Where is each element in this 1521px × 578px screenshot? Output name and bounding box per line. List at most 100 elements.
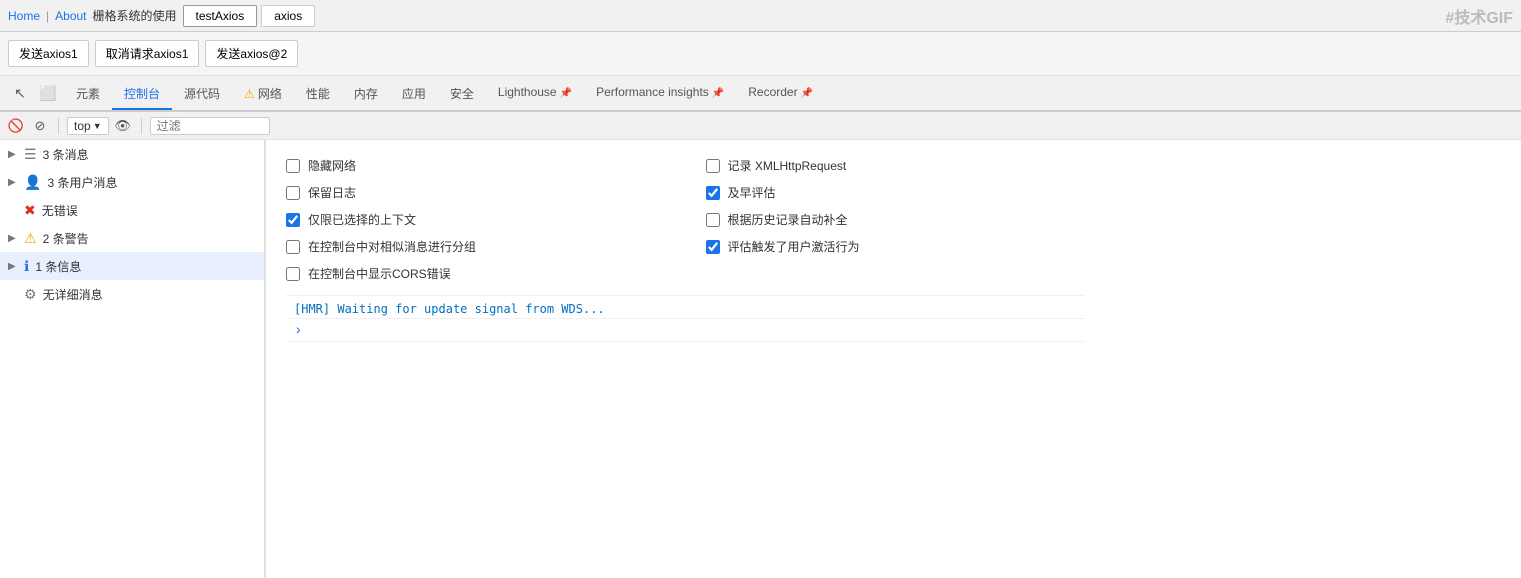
- sidebar-item-3[interactable]: ▶ ⚠ 2 条警告: [0, 224, 264, 252]
- sidebar-label: 3 条消息: [43, 146, 89, 163]
- devtools-tab-recorder[interactable]: Recorder 📌: [736, 79, 825, 110]
- sep1: |: [46, 9, 49, 23]
- settings-left-label-2: 仅限已选择的上下文: [308, 211, 416, 228]
- settings-left-checkbox-4[interactable]: [286, 267, 300, 281]
- devtools-tab-元素[interactable]: 元素: [64, 79, 112, 110]
- breadcrumb: 栅格系统的使用: [93, 7, 177, 24]
- settings-right-checkbox-3[interactable]: [706, 240, 720, 254]
- settings-panel: 隐藏网络保留日志仅限已选择的上下文在控制台中对相似消息进行分组在控制台中显示CO…: [265, 140, 1105, 578]
- settings-right-row-1: 及早评估: [706, 179, 1086, 206]
- console-log: [HMR] Waiting for update signal from WDS…: [286, 295, 1085, 346]
- devtools-tab-performance-insights[interactable]: Performance insights📌: [584, 79, 736, 110]
- settings-left-row-2: 仅限已选择的上下文: [286, 206, 666, 233]
- sidebar-item-0[interactable]: ▶ ☰ 3 条消息: [0, 140, 264, 168]
- about-link[interactable]: About: [55, 9, 86, 23]
- pin-icon: 📌: [801, 88, 813, 99]
- clear-icon[interactable]: 🚫: [6, 116, 26, 136]
- settings-grid: 隐藏网络保留日志仅限已选择的上下文在控制台中对相似消息进行分组在控制台中显示CO…: [286, 152, 1085, 287]
- settings-right-checkbox-2[interactable]: [706, 213, 720, 227]
- user-icon: 👤: [24, 174, 41, 191]
- sidebar-items: ▶ ☰ 3 条消息 ▶ 👤 3 条用户消息 ✖ 无错误 ▶ ⚠ 2 条警告 ▶ …: [0, 140, 264, 308]
- tab-label: 控制台: [124, 87, 160, 101]
- expand-icon: ▶: [8, 149, 18, 160]
- settings-right-row-0: 记录 XMLHttpRequest: [706, 152, 1086, 179]
- log-entry-caret[interactable]: ›: [286, 319, 1085, 342]
- expand-icon: ▶: [8, 177, 18, 188]
- pin-icon: 📌: [712, 88, 724, 99]
- settings-left-label-0: 隐藏网络: [308, 157, 356, 174]
- devtools-tab-内存[interactable]: 内存: [342, 79, 390, 110]
- filter-input[interactable]: [150, 117, 270, 135]
- device-icon[interactable]: ⬜: [36, 81, 60, 105]
- devtools-tab-控制台[interactable]: 控制台: [112, 79, 172, 110]
- settings-right-checkbox-0[interactable]: [706, 159, 720, 173]
- settings-left-row-1: 保留日志: [286, 179, 666, 206]
- settings-left-checkbox-1[interactable]: [286, 186, 300, 200]
- settings-right: 记录 XMLHttpRequest及早评估根据历史记录自动补全评估触发了用户激活…: [706, 152, 1086, 287]
- log-entry-hmr: [HMR] Waiting for update signal from WDS…: [286, 300, 1085, 319]
- sidebar-item-4[interactable]: ▶ ℹ 1 条信息: [0, 252, 264, 280]
- gear-icon: ⚙: [24, 286, 37, 303]
- hmr-message: [HMR] Waiting for update signal from WDS…: [294, 302, 605, 316]
- sidebar-item-1[interactable]: ▶ 👤 3 条用户消息: [0, 168, 264, 196]
- topbar-tab-axios[interactable]: axios: [261, 5, 315, 27]
- warning-icon: ⚠: [244, 87, 255, 101]
- tab-list: testAxiosaxios: [183, 5, 316, 27]
- action-btn-取消请求axios1[interactable]: 取消请求axios1: [95, 40, 200, 67]
- toolbar-sep1: [58, 118, 59, 134]
- devtools-tab-应用[interactable]: 应用: [390, 79, 438, 110]
- expand-icon: ▶: [8, 233, 18, 244]
- sidebar-label: 3 条用户消息: [47, 174, 117, 191]
- settings-left-label-3: 在控制台中对相似消息进行分组: [308, 238, 476, 255]
- settings-left-checkbox-0[interactable]: [286, 159, 300, 173]
- sidebar-label: 无错误: [42, 202, 78, 219]
- action-buttons: 发送axios1取消请求axios1发送axios@2: [8, 40, 298, 67]
- logo: #技术GIF: [1445, 4, 1513, 28]
- console-toolbar: 🚫 ⊘ top ▼ 👁: [0, 112, 1521, 140]
- sidebar-label: 2 条警告: [43, 230, 89, 247]
- cursor-icon[interactable]: ↖: [8, 81, 32, 105]
- tab-label: Performance insights: [596, 85, 709, 99]
- top-selector[interactable]: top ▼: [67, 117, 109, 135]
- chevron-down-icon: ▼: [93, 121, 102, 131]
- devtools-tab-list: 元素控制台源代码⚠网络性能内存应用安全Lighthouse📌Performanc…: [64, 79, 825, 108]
- sidebar: ▶ ☰ 3 条消息 ▶ 👤 3 条用户消息 ✖ 无错误 ▶ ⚠ 2 条警告 ▶ …: [0, 140, 265, 578]
- home-link[interactable]: Home: [8, 9, 40, 23]
- settings-left-row-4: 在控制台中显示CORS错误: [286, 260, 666, 287]
- expand-icon: ▶: [8, 261, 18, 272]
- settings-left-label-4: 在控制台中显示CORS错误: [308, 265, 451, 282]
- devtools-tab-网络[interactable]: ⚠网络: [232, 79, 294, 110]
- action-btn-发送axios1[interactable]: 发送axios1: [8, 40, 89, 67]
- sidebar-label: 无详细消息: [43, 286, 103, 303]
- devtools-tab-lighthouse[interactable]: Lighthouse📌: [486, 79, 584, 110]
- pin-icon: 📌: [560, 88, 572, 99]
- sidebar-item-5[interactable]: ⚙ 无详细消息: [0, 280, 264, 308]
- tab-label: 安全: [450, 87, 474, 101]
- settings-left-checkbox-3[interactable]: [286, 240, 300, 254]
- tab-label: Recorder: [748, 85, 797, 99]
- caret-icon[interactable]: ›: [294, 323, 302, 339]
- devtools-tab-性能[interactable]: 性能: [294, 79, 342, 110]
- tab-label: 应用: [402, 87, 426, 101]
- settings-right-row-2: 根据历史记录自动补全: [706, 206, 1086, 233]
- devtools-tab-源代码[interactable]: 源代码: [172, 79, 232, 110]
- main-layout: ▶ ☰ 3 条消息 ▶ 👤 3 条用户消息 ✖ 无错误 ▶ ⚠ 2 条警告 ▶ …: [0, 140, 1521, 578]
- devtools-tab-安全[interactable]: 安全: [438, 79, 486, 110]
- eye-icon[interactable]: 👁: [113, 116, 133, 136]
- action-btn-发送axios@2[interactable]: 发送axios@2: [205, 40, 298, 67]
- devtools-tabs: ↖ ⬜ 元素控制台源代码⚠网络性能内存应用安全Lighthouse📌Perfor…: [0, 76, 1521, 112]
- tab-label: 源代码: [184, 87, 220, 101]
- filter-icon[interactable]: ⊘: [30, 116, 50, 136]
- settings-left-label-1: 保留日志: [308, 184, 356, 201]
- settings-left: 隐藏网络保留日志仅限已选择的上下文在控制台中对相似消息进行分组在控制台中显示CO…: [286, 152, 666, 287]
- sidebar-item-2[interactable]: ✖ 无错误: [0, 196, 264, 224]
- toolbar-sep2: [141, 118, 142, 134]
- settings-left-checkbox-2[interactable]: [286, 213, 300, 227]
- tab-label: 内存: [354, 87, 378, 101]
- topbar-tab-testaxios[interactable]: testAxios: [183, 5, 258, 27]
- settings-right-checkbox-1[interactable]: [706, 186, 720, 200]
- tab-label: Lighthouse: [498, 85, 557, 99]
- devtools-icons: ↖ ⬜: [4, 81, 64, 105]
- tab-label: 网络: [258, 87, 282, 101]
- list-icon: ☰: [24, 146, 37, 163]
